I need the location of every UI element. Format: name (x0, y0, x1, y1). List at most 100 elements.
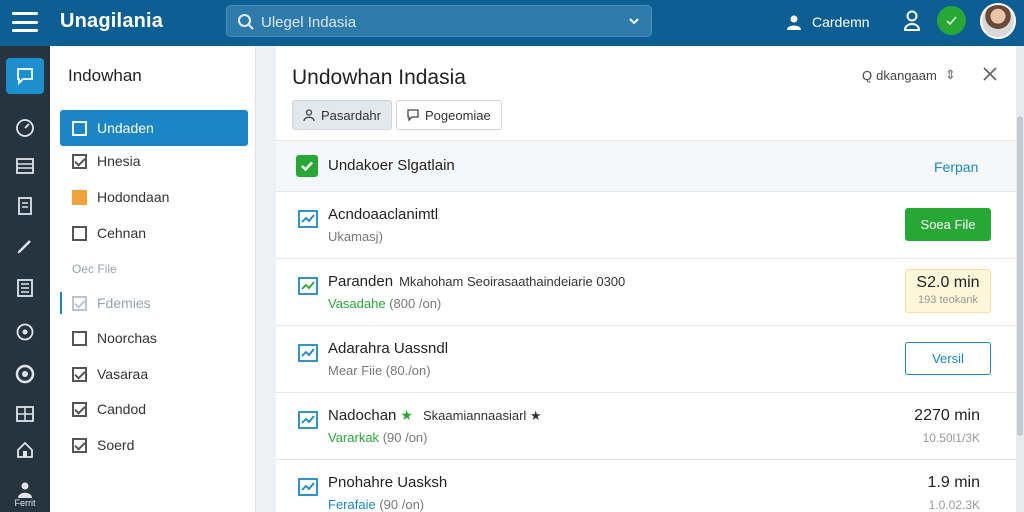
avatar[interactable] (980, 3, 1016, 39)
chart-file-icon (298, 277, 318, 295)
list-item[interactable]: Pnohahre Uasksh Ferafaie (90 /on) 1.9 mi… (276, 460, 1016, 512)
sidebar-item-hnesia[interactable]: Hnesia (60, 143, 248, 179)
sidebar-item-vasaraa[interactable]: Vasaraa (60, 356, 248, 392)
checkbox[interactable] (72, 225, 87, 241)
chart-file-icon (298, 344, 318, 362)
status-check-icon[interactable] (937, 6, 966, 35)
list-header: Undakoer Slgatlain Ferpan (276, 140, 1016, 192)
scrollbar-thumb[interactable] (1017, 116, 1023, 436)
checkbox[interactable] (72, 330, 87, 346)
list-item-price: 1.9 min (927, 474, 980, 491)
home-icon[interactable] (13, 438, 37, 462)
sidebar-item-hodondaan[interactable]: Hodondaan (60, 179, 248, 215)
panel-title: Indowhan (68, 66, 142, 85)
tab-pogeomiae[interactable]: Pogeomiae (396, 100, 502, 130)
list-item-sub: Vararkak (90 /on) (328, 430, 428, 445)
sidebar-item-label: Noorchas (97, 330, 157, 346)
close-icon[interactable] (982, 66, 998, 82)
icon-rail: Ferrit (0, 46, 50, 512)
grid-icon[interactable] (13, 402, 37, 426)
sidebar-item-label: Fdemies (97, 295, 151, 311)
chart-file-icon (298, 210, 318, 228)
list-item[interactable]: Acndoaaclanimtl Ukamasj) Soea File (276, 192, 1016, 259)
sidebar-item-label: Soerd (97, 437, 135, 453)
top-bar: Unagilania Ulegel Indasia Cardemn (0, 0, 1024, 46)
user-icon (303, 109, 315, 121)
search-input[interactable]: Ulegel Indasia (226, 5, 652, 37)
list-item-title: Acndoaaclanimtl (328, 206, 439, 223)
chevron-down-icon[interactable] (629, 16, 639, 26)
user-button[interactable]: Cardemn (786, 11, 870, 33)
list-item[interactable]: Adarahra Uassndl Mear Fiie (80./on) Vers… (276, 326, 1016, 393)
table-icon[interactable] (13, 154, 37, 178)
star-icon: ★ (400, 407, 413, 423)
list-item-sub: Mear Fiie (80./on) (328, 363, 431, 378)
dashboard-icon[interactable] (13, 116, 37, 140)
checkbox[interactable] (72, 366, 87, 382)
chat-icon[interactable] (6, 58, 44, 94)
save-file-button[interactable]: Soea File (905, 208, 991, 241)
checkbox[interactable] (72, 437, 87, 453)
sidebar-item-cehnan[interactable]: Cehnan (60, 215, 248, 251)
left-panel: Indowhan Undaden Hnesia Hodondaan Cehnan… (50, 46, 256, 512)
sidebar-item-label: Cehnan (97, 225, 147, 241)
checkbox[interactable] (72, 295, 87, 311)
record-icon[interactable] (13, 362, 37, 386)
checkbox[interactable] (72, 401, 87, 417)
sidebar-item-label: Undaden (97, 120, 154, 136)
sidebar-item-fdemies[interactable]: Fdemies (60, 285, 248, 321)
panel-search[interactable]: Q dkangaam ⇕ (862, 64, 956, 86)
list-item-sub: Vasadahe (800 /on) (328, 296, 442, 311)
tab-label: Pogeomiae (425, 107, 491, 123)
sort-icon[interactable]: ⇕ (945, 67, 956, 83)
list-item-title: Nadochan ★ Skaamiannaasiarl ★ (328, 407, 542, 424)
list-item-sub: Ferafaie (90 /on) (328, 497, 425, 512)
select-all-checkbox[interactable] (296, 155, 318, 177)
list-item[interactable]: Nadochan ★ Skaamiannaasiarl ★ Vararkak (90… (276, 393, 1016, 460)
tab-label: Pasardahr (321, 107, 381, 123)
search-icon: Q (862, 67, 873, 83)
sidebar-item-candod[interactable]: Candod (60, 391, 248, 427)
list-header-link[interactable]: Ferpan (934, 159, 978, 175)
app-title: Unagilania (60, 10, 164, 32)
user-label: Cardemn (812, 14, 870, 30)
version-button[interactable]: Versil (905, 342, 991, 375)
checkbox[interactable] (72, 153, 87, 169)
list-item-price: 2270 min (914, 407, 980, 424)
tab-pasardahr[interactable]: Pasardahr (292, 100, 392, 130)
sidebar-item-noorchas[interactable]: Noorchas (60, 320, 248, 356)
list-item-title: Paranden Mkahoham Seoirasaathaindeiarie 0… (328, 273, 626, 290)
sidebar-section-label: Oec File (72, 262, 117, 276)
chat-icon (407, 109, 419, 121)
chart-file-icon (298, 478, 318, 496)
checkbox[interactable] (72, 189, 87, 205)
rail-label: Ferrit (14, 498, 36, 508)
panel-search-label: dkangaam (876, 67, 937, 83)
checkbox[interactable] (72, 120, 87, 136)
sidebar-item-undaden[interactable]: Undaden (60, 110, 248, 146)
search-placeholder: Ulegel Indasia (261, 14, 357, 31)
edit-icon[interactable] (13, 234, 37, 258)
list-item-price-sub: 10.50l1/3K (922, 431, 980, 445)
settings-icon[interactable] (13, 320, 37, 344)
list-item[interactable]: Paranden Mkahoham Seoirasaathaindeiarie 0… (276, 259, 1016, 326)
sidebar-item-label: Candod (97, 401, 147, 417)
page-title: Undowhan Indasia (292, 66, 466, 89)
list-item-title: Pnohahre Uasksh (328, 474, 448, 491)
price-highlight: S2.0 min 193 teokank (905, 269, 991, 313)
menu-icon[interactable] (12, 12, 38, 32)
sidebar-item-label: Hodondaan (97, 189, 170, 205)
chart-file-icon (298, 411, 318, 429)
search-icon (238, 14, 254, 30)
sidebar-item-label: Vasaraa (97, 366, 149, 382)
sidebar-item-soerd[interactable]: Soerd (60, 427, 248, 463)
list-item-title: Adarahra Uassndl (328, 340, 449, 357)
person-icon[interactable] (902, 10, 922, 32)
list-icon[interactable] (13, 276, 37, 300)
scrollbar[interactable] (1016, 46, 1024, 512)
document-icon[interactable] (13, 194, 37, 218)
panel-gap (256, 46, 276, 512)
sidebar-item-label: Hnesia (97, 153, 141, 169)
list-header-title: Undakoer Slgatlain (328, 157, 455, 174)
main-panel: Undowhan Indasia Q dkangaam ⇕ Pasardahr … (276, 46, 1016, 512)
